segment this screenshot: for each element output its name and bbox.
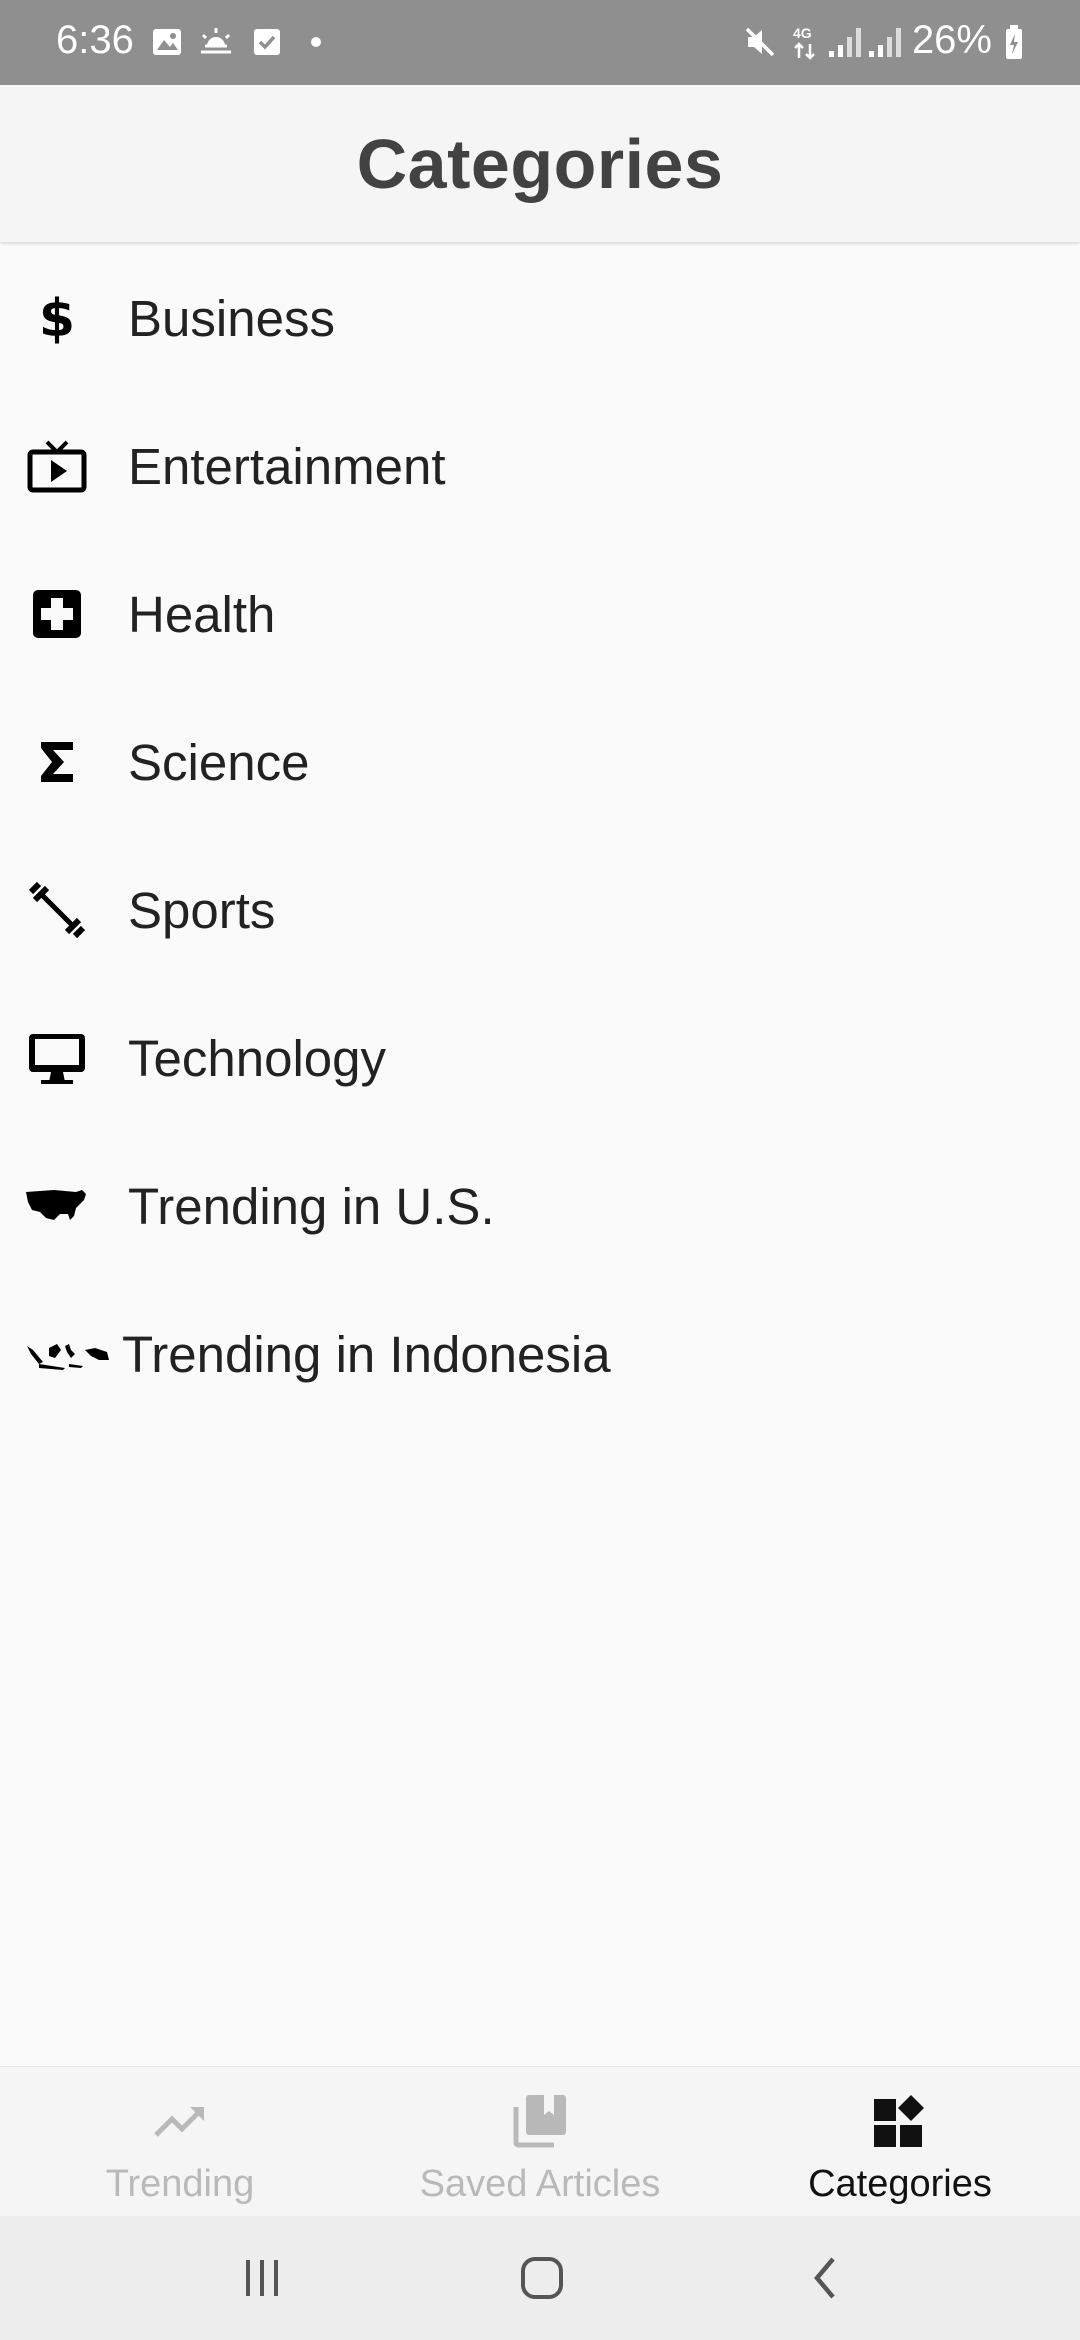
checkbox-icon bbox=[250, 22, 284, 62]
recent-apps-icon[interactable] bbox=[222, 2252, 302, 2304]
tab-label: Saved Articles bbox=[419, 2163, 661, 2205]
category-item-entertainment[interactable]: Entertainment bbox=[0, 392, 1080, 540]
screen: 6:36 4G 26% Categories $ Business Entert… bbox=[0, 0, 1080, 2340]
back-icon[interactable] bbox=[784, 2252, 864, 2304]
category-item-sports[interactable]: Sports bbox=[0, 836, 1080, 984]
page-title: Categories bbox=[356, 124, 724, 203]
home-icon[interactable] bbox=[502, 2252, 582, 2304]
dollar-icon: $ bbox=[22, 283, 92, 353]
tab-label: Categories bbox=[808, 2163, 992, 2205]
trending-icon bbox=[0, 2089, 360, 2153]
categories-icon bbox=[720, 2089, 1080, 2153]
dot-icon bbox=[306, 22, 326, 62]
battery-percentage: 26% bbox=[911, 18, 992, 62]
tab-categories[interactable]: Categories bbox=[720, 2067, 1080, 2217]
category-label: Science bbox=[128, 733, 310, 791]
category-label: Entertainment bbox=[128, 437, 446, 495]
usa-map-icon bbox=[22, 1171, 92, 1241]
category-label: Trending in U.S. bbox=[128, 1177, 495, 1235]
category-item-technology[interactable]: Technology bbox=[0, 984, 1080, 1132]
status-bar: 6:36 4G 26% bbox=[0, 0, 1080, 85]
sigma-icon bbox=[22, 727, 92, 797]
mute-icon bbox=[742, 22, 778, 62]
svg-text:4G: 4G bbox=[793, 25, 812, 41]
category-item-business[interactable]: $ Business bbox=[0, 244, 1080, 392]
category-item-trending-indonesia[interactable]: Trending in Indonesia bbox=[0, 1280, 1080, 1428]
category-list: $ Business Entertainment Health Science bbox=[0, 244, 1080, 1428]
category-label: Sports bbox=[128, 881, 276, 939]
category-item-trending-us[interactable]: Trending in U.S. bbox=[0, 1132, 1080, 1280]
weather-icon bbox=[196, 22, 236, 62]
monitor-icon bbox=[22, 1023, 92, 1093]
system-navigation-bar bbox=[0, 2216, 1080, 2340]
dumbbell-icon bbox=[22, 875, 92, 945]
indonesia-map-icon bbox=[24, 1319, 112, 1389]
4g-icon: 4G bbox=[790, 22, 820, 62]
saved-articles-icon bbox=[360, 2089, 720, 2153]
tab-trending[interactable]: Trending bbox=[0, 2067, 360, 2217]
category-item-science[interactable]: Science bbox=[0, 688, 1080, 836]
gallery-icon bbox=[150, 22, 184, 62]
svg-text:$: $ bbox=[39, 290, 75, 346]
category-label: Business bbox=[128, 289, 335, 347]
signal-icon bbox=[826, 22, 864, 62]
category-label: Health bbox=[128, 585, 276, 643]
tab-label: Trending bbox=[105, 2163, 255, 2205]
tab-saved-articles[interactable]: Saved Articles bbox=[360, 2067, 720, 2217]
category-label: Technology bbox=[128, 1029, 387, 1087]
category-label: Trending in Indonesia bbox=[122, 1325, 611, 1383]
category-item-health[interactable]: Health bbox=[0, 540, 1080, 688]
battery-icon bbox=[1002, 22, 1026, 62]
status-time: 6:36 bbox=[56, 18, 134, 62]
tv-icon bbox=[22, 431, 92, 501]
signal-icon bbox=[866, 22, 904, 62]
bottom-navigation: Trending Saved Articles Categories bbox=[0, 2066, 1080, 2217]
medical-cross-icon bbox=[22, 579, 92, 649]
app-header: Categories bbox=[0, 85, 1080, 242]
